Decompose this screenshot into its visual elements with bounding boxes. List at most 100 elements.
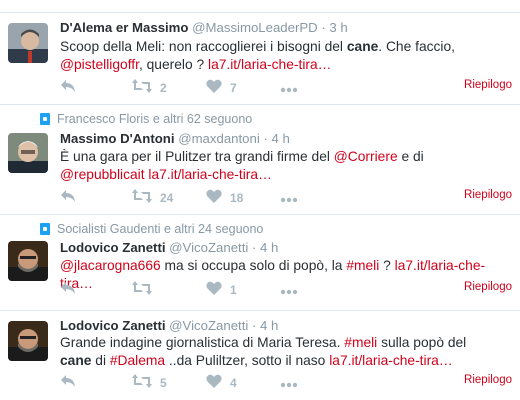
tweet-text-run: ma si occupa solo di popò, la (160, 258, 347, 273)
tweet-timestamp[interactable]: 3 h (329, 20, 347, 35)
author-handle[interactable]: @MassimoLeaderPD (192, 20, 318, 35)
avatar[interactable] (8, 133, 48, 173)
tweet-link[interactable]: @jlacarogna666 (60, 258, 161, 273)
retweet-button[interactable]: 24 (132, 189, 173, 207)
tweet-timestamp[interactable]: 4 h (272, 131, 290, 146)
like-button[interactable]: 4 (206, 374, 237, 392)
tweet-header: Lodovico Zanetti @VicoZanetti · 4 h (60, 318, 278, 333)
tweet-text-run: . Che faccio, (378, 39, 455, 54)
more-button[interactable] (280, 281, 298, 299)
tweet[interactable]: Socialisti Gaudenti e altri 24 seguono L… (0, 214, 520, 310)
more-button[interactable] (280, 79, 298, 97)
author-handle[interactable]: @VicoZanetti (169, 240, 248, 255)
retweet-count: 24 (160, 191, 174, 205)
avatar[interactable] (8, 321, 48, 361)
tweet-link[interactable]: @repubblicait (60, 167, 145, 182)
retweet-button[interactable]: 5 (132, 374, 167, 392)
tweet-text-run: , querelo ? (138, 57, 208, 72)
reply-icon (60, 374, 76, 393)
tweet-actions: 27 (60, 79, 300, 97)
highlighted-word: cane (346, 39, 379, 54)
heart-icon (206, 374, 222, 393)
like-button[interactable]: 18 (206, 189, 243, 207)
retweet-icon (132, 281, 152, 300)
more-icon (280, 375, 298, 393)
avatar[interactable] (8, 241, 48, 281)
separator-dot: · (251, 240, 257, 255)
summary-link[interactable]: Riepilogo (464, 281, 512, 293)
more-icon (280, 282, 298, 300)
tweet-actions: 54 (60, 374, 300, 392)
like-count: 4 (230, 376, 237, 390)
summary-link[interactable]: Riepilogo (464, 189, 512, 201)
more-button[interactable] (280, 189, 298, 207)
like-button[interactable]: 1 (206, 281, 237, 299)
tweet[interactable]: Francesco Floris e altri 62 seguono Mass… (0, 104, 520, 210)
tweet-actions: 1 (60, 281, 300, 299)
tweet-timestamp[interactable]: 4 h (260, 240, 278, 255)
tweet[interactable]: D'Alema er Massimo @MassimoLeaderPD · 3 … (0, 12, 520, 100)
like-count: 18 (230, 191, 244, 205)
tweet-link[interactable]: #meli (344, 335, 377, 350)
author-name[interactable]: D'Alema er Massimo (60, 20, 188, 35)
author-name[interactable]: Lodovico Zanetti (60, 240, 166, 255)
retweet-count: 2 (160, 81, 167, 95)
reply-icon (60, 79, 76, 98)
author-handle[interactable]: @VicoZanetti (169, 318, 248, 333)
heart-icon (206, 79, 222, 98)
more-icon (280, 190, 298, 208)
tweet-actions: 24 18 (60, 189, 300, 207)
follow-context-icon (40, 223, 50, 235)
retweet-button[interactable]: 2 (132, 79, 167, 97)
summary-link[interactable]: Riepilogo (464, 374, 512, 386)
reply-button[interactable] (60, 281, 76, 299)
reply-icon (60, 281, 76, 300)
tweet-text-run: Grande indagine giornalistica di Maria T… (60, 335, 345, 350)
highlighted-word: cane (60, 353, 92, 368)
tweet-text: Scoop della Meli: non raccoglierei i bis… (60, 38, 500, 74)
reply-button[interactable] (60, 374, 76, 392)
tweet-header: D'Alema er Massimo @MassimoLeaderPD · 3 … (60, 20, 348, 35)
author-handle[interactable]: @maxdantoni (178, 131, 260, 146)
follow-context[interactable]: Francesco Floris e altri 62 seguono (40, 112, 252, 126)
retweet-button[interactable] (132, 281, 152, 299)
tweet[interactable]: Lodovico Zanetti @VicoZanetti · 4 h Gran… (0, 310, 520, 400)
tweet-link[interactable]: @pistelligoffr (60, 57, 139, 72)
retweet-icon (132, 374, 152, 393)
follow-context-icon (40, 113, 50, 125)
tweet-link[interactable]: @Corriere (334, 149, 398, 164)
tweet-text: È una gara per il Pulitzer tra grandi fi… (60, 148, 500, 184)
like-button[interactable]: 7 (206, 79, 237, 97)
reply-button[interactable] (60, 189, 76, 207)
separator-dot: · (251, 318, 257, 333)
separator-dot: · (263, 131, 268, 146)
tweet-timestamp[interactable]: 4 h (260, 318, 278, 333)
tweet-text-run: sulla popò del (377, 335, 467, 350)
tweet-link[interactable]: #meli (346, 258, 379, 273)
tweet-header: Lodovico Zanetti @VicoZanetti · 4 h (60, 240, 278, 255)
author-name[interactable]: Lodovico Zanetti (60, 318, 166, 333)
avatar[interactable] (8, 23, 48, 63)
tweet-link[interactable]: la7.it/laria-che-tira… (148, 167, 271, 182)
like-count: 1 (230, 283, 237, 297)
tweet-text-run: ? (379, 258, 395, 273)
like-count: 7 (230, 81, 237, 95)
more-button[interactable] (280, 374, 298, 392)
tweet-link[interactable]: la7.it/laria-che-tira… (329, 353, 452, 368)
tweet-text-run: È una gara per il Pulitzer tra grandi fi… (60, 149, 334, 164)
follow-context[interactable]: Socialisti Gaudenti e altri 24 seguono (40, 222, 263, 236)
reply-button[interactable] (60, 79, 76, 97)
retweet-count: 5 (160, 376, 167, 390)
heart-icon (206, 281, 222, 300)
reply-icon (60, 189, 76, 208)
author-name[interactable]: Massimo D'Antoni (60, 131, 175, 146)
tweet-text: Grande indagine giornalistica di Maria T… (60, 334, 500, 370)
heart-icon (206, 189, 222, 208)
tweet-link[interactable]: #Dalema (110, 353, 165, 368)
tweet-header: Massimo D'Antoni @maxdantoni · 4 h (60, 131, 290, 146)
timeline: D'Alema er Massimo @MassimoLeaderPD · 3 … (0, 0, 520, 400)
tweet-link[interactable]: la7.it/laria-che-tira… (208, 57, 331, 72)
summary-link[interactable]: Riepilogo (464, 79, 512, 91)
tweet-text-run: ..da Puliltzer, sotto il naso (165, 353, 330, 368)
more-icon (280, 80, 298, 98)
